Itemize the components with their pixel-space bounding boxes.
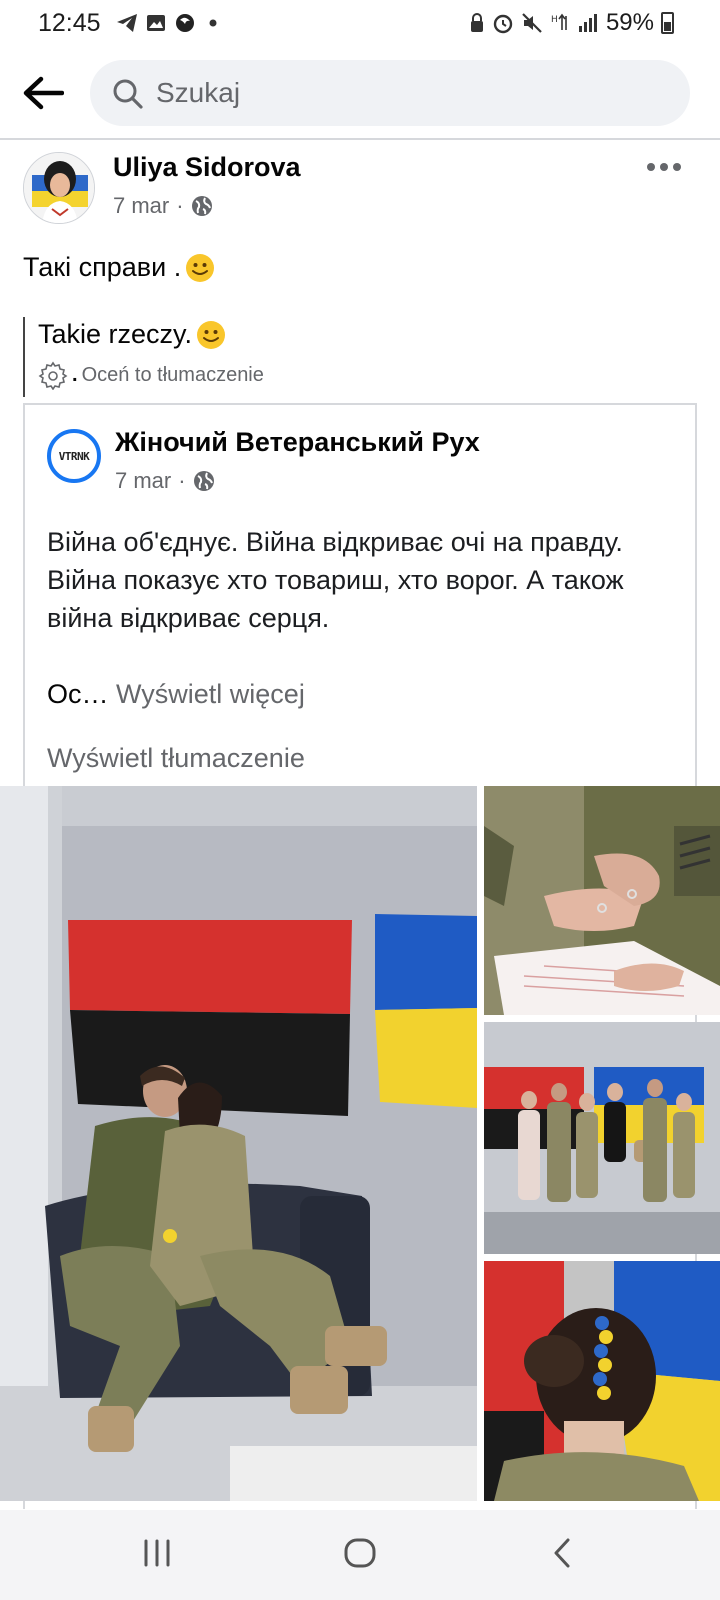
post-text: Такі справи . (23, 252, 215, 283)
search-header (0, 46, 720, 140)
data-icon: H (551, 13, 567, 30)
globe-icon (193, 471, 214, 491)
see-more-link[interactable]: Wyświetl więcej (116, 679, 305, 709)
back-icon[interactable] (548, 1536, 578, 1570)
home-icon[interactable] (343, 1536, 377, 1570)
search-bar[interactable] (90, 60, 690, 126)
post-options-button[interactable] (647, 157, 691, 177)
system-icons: H 59% (469, 9, 674, 37)
signal-icon (578, 14, 597, 32)
android-navigation-bar (0, 1510, 720, 1600)
notification-icons (116, 12, 222, 34)
gallery-icon (147, 15, 165, 31)
telegram-icon (117, 14, 137, 32)
search-icon (113, 79, 143, 109)
status-bar: 12:45 H 59% (0, 0, 720, 46)
photo-couple-on-couch[interactable] (0, 786, 477, 1501)
rate-prefix: . (72, 363, 78, 386)
meta-separator: · (178, 468, 186, 493)
photo-hands-rings[interactable] (484, 786, 720, 1015)
rate-translation-row[interactable]: . Oceń to tłumaczenie (38, 360, 323, 390)
arrow-left-icon (23, 76, 64, 110)
shared-post-meta: 7 mar · (115, 468, 215, 494)
back-button[interactable] (18, 68, 68, 118)
photo-group-with-flags[interactable] (484, 1022, 720, 1254)
dot-icon (209, 19, 217, 27)
battery-percent: 59% (605, 9, 654, 36)
page-avatar-text: VTRNK (58, 449, 90, 463)
meta-separator: · (176, 193, 184, 218)
photo-image (0, 786, 477, 1501)
post-date[interactable]: 7 mar (113, 193, 169, 219)
search-input[interactable] (156, 60, 656, 126)
gear-icon (38, 361, 68, 390)
shared-post-date[interactable]: 7 mar (115, 468, 171, 494)
dot (673, 163, 681, 171)
dot (647, 163, 655, 171)
author-name[interactable]: Uliya Sidorova (113, 152, 301, 183)
post-meta: 7 mar · (113, 193, 213, 219)
author-avatar[interactable] (23, 152, 95, 224)
alarm-icon (493, 14, 513, 34)
shared-post-text: Війна об'єднує. Війна відкриває очі на п… (47, 527, 624, 633)
battery-icon (661, 12, 674, 34)
lock-icon (470, 13, 483, 32)
truncated-text-row: Ос… Wyświetl więcej (47, 679, 305, 710)
translation-block: Takie rzeczy. . Oceń to tłumaczenie (23, 317, 323, 397)
photo-image (484, 1022, 720, 1254)
see-translation-link[interactable]: Wyświetl tłumaczenie (47, 743, 305, 774)
photo-hair-clip[interactable] (484, 1261, 720, 1501)
translated-text-content: Takie rzeczy. (38, 319, 193, 349)
avatar-image (24, 153, 94, 223)
smiley-emoji-icon (197, 320, 226, 349)
recent-apps-icon[interactable] (140, 1536, 174, 1570)
photo-image (484, 1261, 720, 1501)
photo-image (484, 786, 720, 1015)
rate-translation-link[interactable]: Oceń to tłumaczenie (82, 364, 264, 387)
truncated-text: Ос… (47, 679, 109, 709)
page-avatar[interactable]: VTRNK (47, 429, 101, 483)
page-name[interactable]: Жіночий Ветеранський Рух (115, 427, 480, 458)
svg-text:H: H (551, 15, 558, 25)
mute-icon (522, 13, 542, 33)
post-text-content: Такі справи . (23, 252, 182, 282)
status-time: 12:45 (38, 9, 101, 37)
app-icon (176, 14, 194, 32)
translated-text: Takie rzeczy. (38, 319, 323, 350)
globe-icon (191, 196, 212, 216)
smiley-emoji-icon (186, 253, 215, 282)
dot (660, 163, 668, 171)
